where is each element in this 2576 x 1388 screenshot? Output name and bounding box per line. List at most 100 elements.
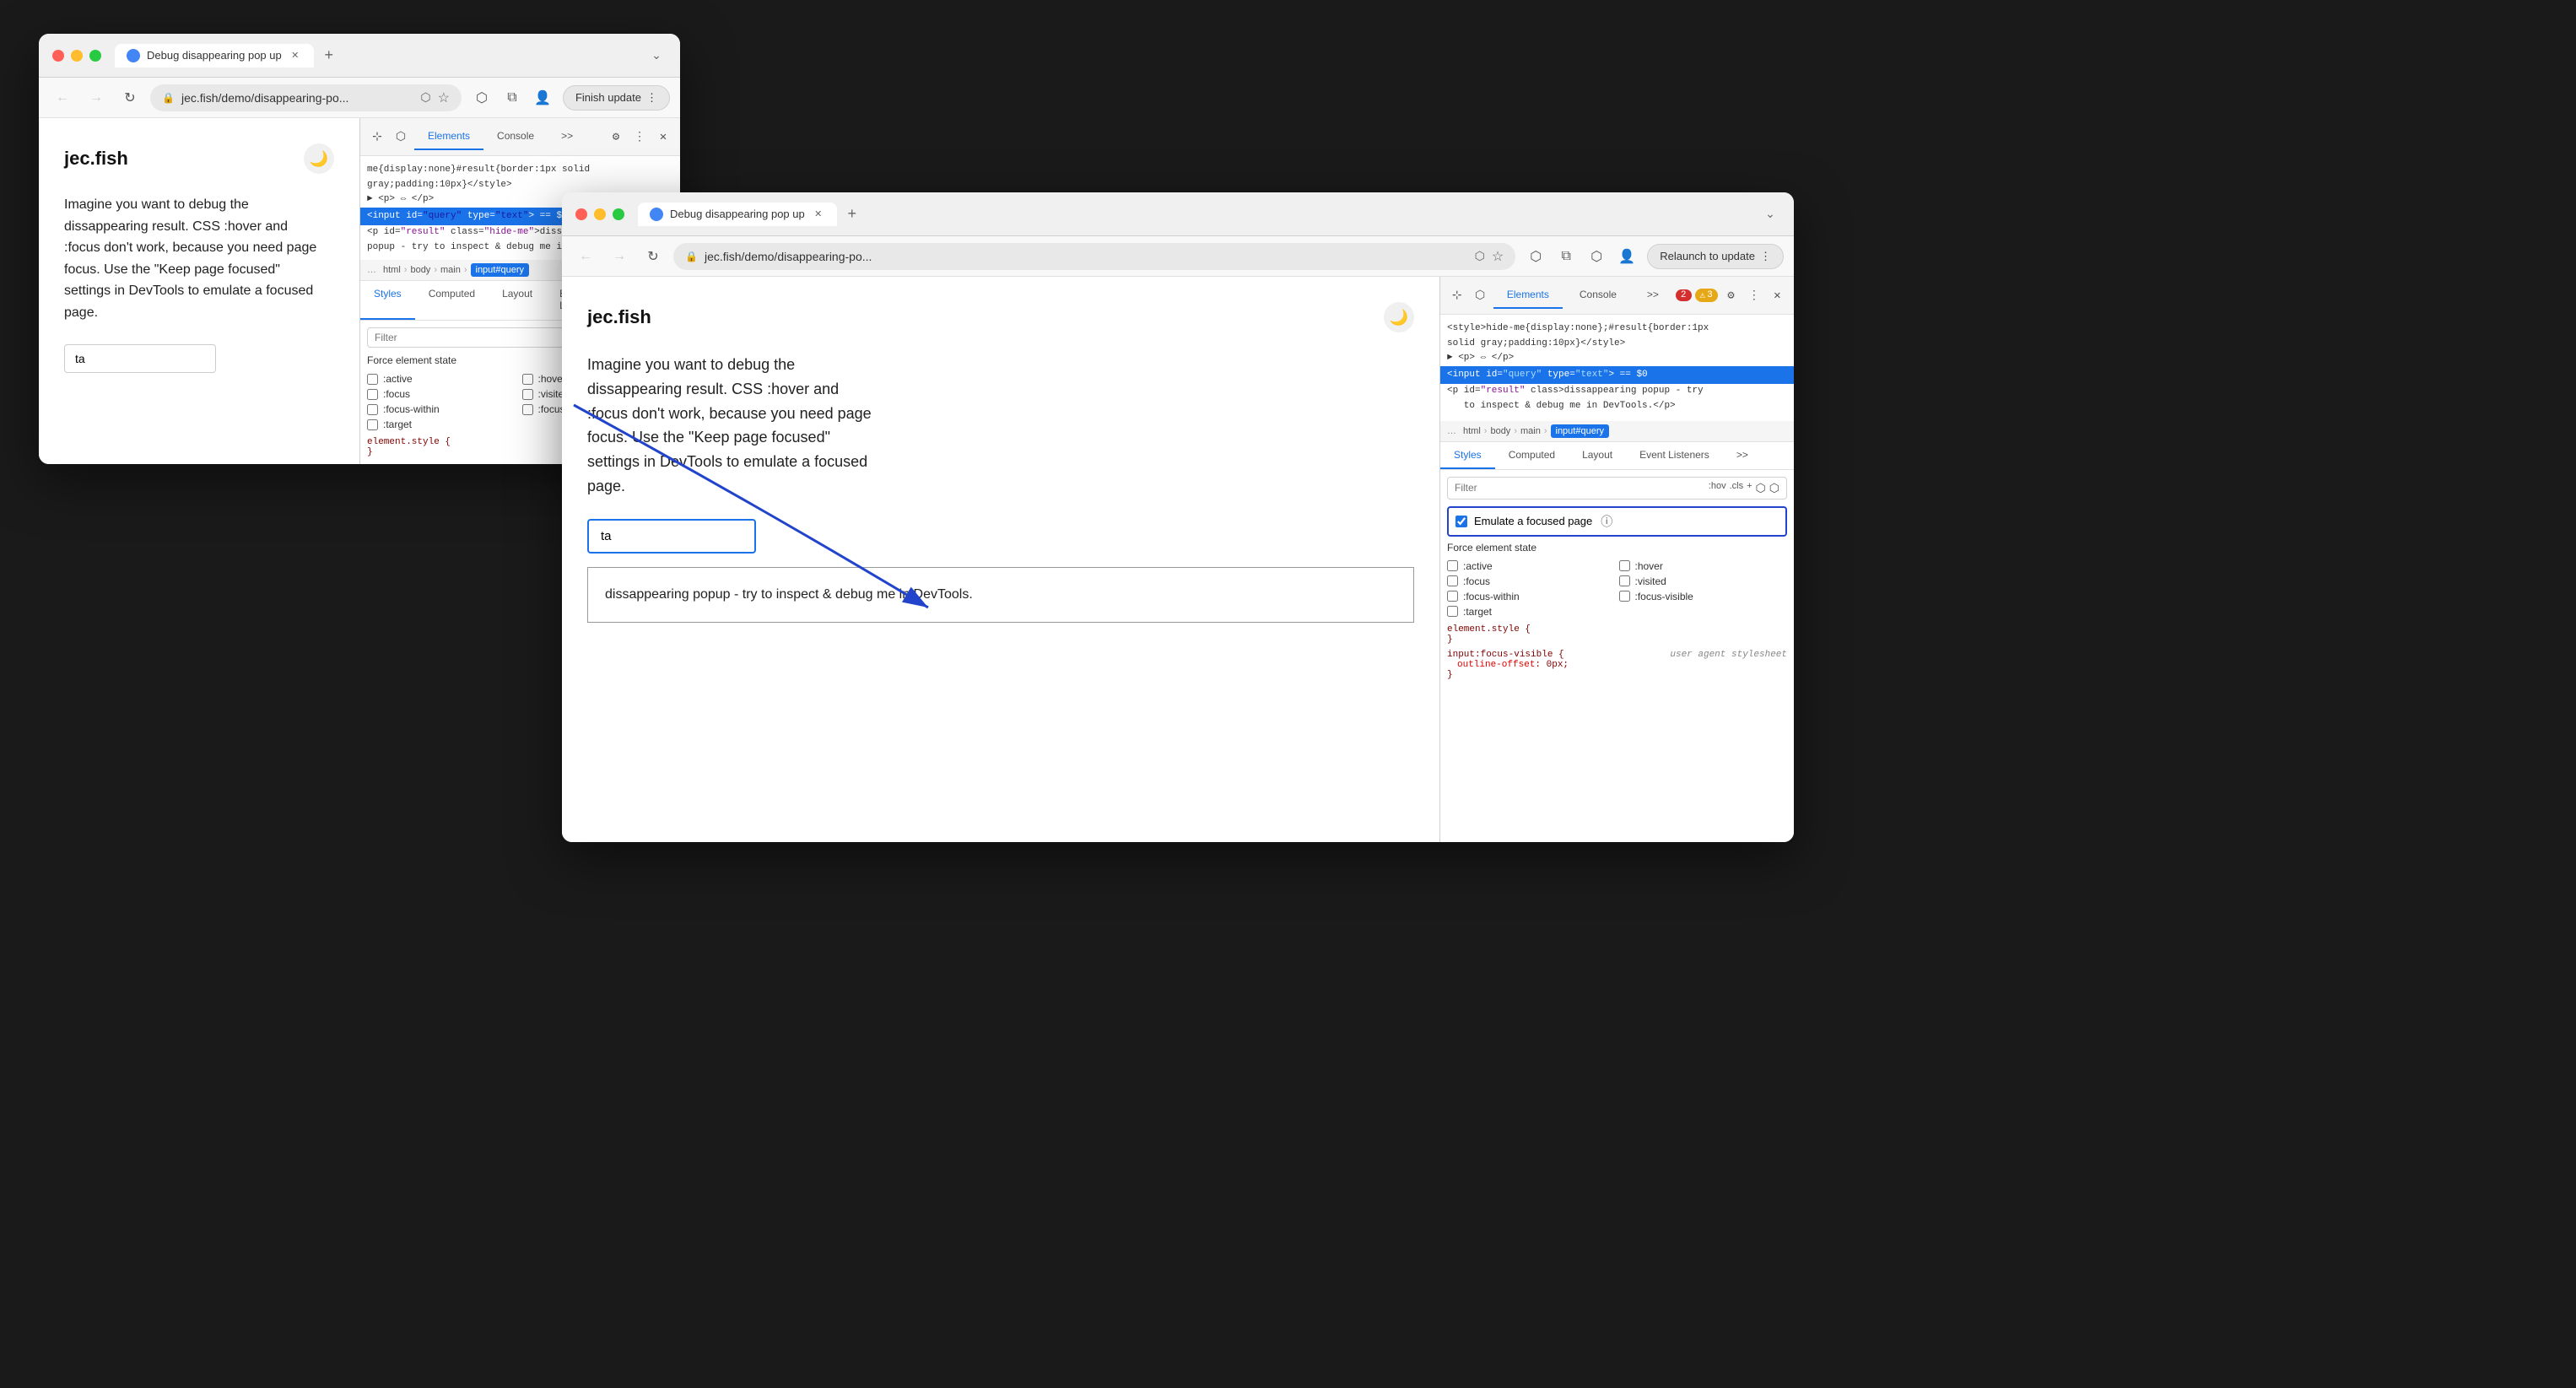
address-bar-2[interactable]: 🔒 jec.fish/demo/disappearing-po... ⬡ ☆ [673,243,1515,270]
extensions-icon-2[interactable]: ⬡ [1583,243,1610,270]
breadcrumb-html[interactable]: html [383,265,401,275]
close-button-2[interactable] [575,208,587,220]
console-tab-2[interactable]: Console [1566,282,1630,309]
code-line-2-2: solid gray;padding:10px}</style> [1447,337,1787,352]
breadcrumb-main-2[interactable]: main [1520,426,1541,436]
page-area-2: jec.fish 🌙 Imagine you want to debug the… [562,277,1439,842]
finish-update-button[interactable]: Finish update ⋮ [563,85,670,111]
elements-tab-2[interactable]: Elements [1493,282,1563,309]
reload-button-2[interactable]: ↻ [640,243,667,270]
help-icon[interactable]: ⓘ [1601,513,1612,530]
breadcrumb-input-2[interactable]: input#query [1551,424,1610,438]
split-icon-2[interactable]: ⧉ [1553,243,1580,270]
code-line-2-4-selected[interactable]: <input id="query" type="text"> == $0 [1440,366,1794,385]
breadcrumb-sep-3: › [464,265,467,275]
performance-icon-2[interactable]: ⬡ [1522,243,1549,270]
close-devtools-1[interactable]: ✕ [653,127,673,147]
maximize-button-1[interactable] [89,50,101,62]
extensions-icon-1[interactable]: ⬡ [468,84,495,111]
css-rule-2b: input:focus-visible { user agent stylesh… [1447,650,1787,680]
computed-tab-2[interactable]: Computed [1495,442,1569,469]
computed-tab-1[interactable]: Computed [415,281,489,320]
breadcrumb-body[interactable]: body [410,265,430,275]
focus-within-state-1[interactable]: :focus-within [367,403,519,415]
settings-icon-1[interactable]: ⚙ [606,127,626,147]
layout-tab-2[interactable]: Layout [1569,442,1626,469]
new-tab-button-1[interactable]: + [317,44,341,68]
breadcrumb-html-2[interactable]: html [1463,426,1481,436]
profile-icon-1[interactable]: 👤 [529,84,556,111]
forward-button-2[interactable]: → [606,243,633,270]
focus-within-state-2[interactable]: :focus-within [1447,591,1616,602]
code-line-2-6: to inspect & debug me in DevTools.</p> [1447,399,1787,414]
more-devtools-tabs-2[interactable]: >> [1634,282,1672,309]
tab-close-2[interactable]: ✕ [812,208,825,221]
devtools-toolbar-2: ⊹ ⬡ Elements Console >> 2 ⚠3 ⚙ ⋮ ✕ [1440,277,1794,315]
elements-select-icon-2[interactable]: ⊹ [1447,285,1466,305]
query-input-1[interactable] [64,344,216,373]
extra-icon-2[interactable]: ⬡ [1769,481,1779,495]
breadcrumb-dots-2: … [1447,426,1456,436]
split-icon-1[interactable]: ⧉ [499,84,526,111]
active-tab-1[interactable]: Debug disappearing pop up ✕ [115,44,314,68]
chevron-down-icon-1[interactable]: ⌄ [646,46,667,66]
profile-icon-2[interactable]: 👤 [1613,243,1640,270]
hover-state-2[interactable]: :hover [1619,560,1788,572]
filter-tags-2: :hov .cls + ⬡ ⬡ [1709,481,1779,495]
more-options-devtools-1[interactable]: ⋮ [629,127,650,147]
elements-tab-1[interactable]: Elements [414,123,483,150]
dark-mode-button-2[interactable]: 🌙 [1384,302,1414,332]
chevron-down-icon-2[interactable]: ⌄ [1760,204,1780,224]
maximize-button-2[interactable] [613,208,624,220]
query-input-2[interactable] [587,519,756,554]
event-listeners-tab-2[interactable]: Event Listeners [1626,442,1723,469]
close-button-1[interactable] [52,50,64,62]
focus-state-2[interactable]: :focus [1447,575,1616,587]
back-button-2[interactable]: ← [572,243,599,270]
more-styles-tabs-2[interactable]: >> [1723,442,1762,469]
breadcrumb-input[interactable]: input#query [471,263,530,277]
elements-select-icon[interactable]: ⊹ [367,127,387,147]
hov-tag-2[interactable]: :hov [1709,481,1726,495]
more-options-devtools-2[interactable]: ⋮ [1744,285,1763,305]
star-icon-2[interactable]: ☆ [1492,248,1504,265]
target-state-2[interactable]: :target [1447,606,1616,618]
emulate-focused-checkbox[interactable] [1455,516,1467,527]
relaunch-update-button[interactable]: Relaunch to update ⋮ [1647,244,1784,269]
window-controls-right-1: ⌄ [646,46,667,66]
target-state-1[interactable]: :target [367,419,519,430]
focus-state-1[interactable]: :focus [367,388,519,400]
add-style-icon-2[interactable]: + [1747,481,1752,495]
breadcrumb-body-2[interactable]: body [1490,426,1510,436]
layout-tab-1[interactable]: Layout [489,281,546,320]
more-devtools-tabs-1[interactable]: >> [548,123,586,150]
forward-button-1[interactable]: → [83,84,110,111]
back-button-1[interactable]: ← [49,84,76,111]
active-tab-2[interactable]: Debug disappearing pop up ✕ [638,203,837,226]
console-tab-1[interactable]: Console [483,123,548,150]
cls-tag-2[interactable]: .cls [1730,481,1744,495]
settings-icon-2[interactable]: ⚙ [1721,285,1741,305]
star-icon-1[interactable]: ☆ [438,89,450,106]
minimize-button-2[interactable] [594,208,606,220]
address-bar-1[interactable]: 🔒 jec.fish/demo/disappearing-po... ⬡ ☆ [150,84,462,111]
devtools-tabbar-2: Elements Console >> [1493,282,1672,309]
breadcrumb-main[interactable]: main [440,265,461,275]
active-state-2[interactable]: :active [1447,560,1616,572]
minimize-button-1[interactable] [71,50,83,62]
focus-visible-state-2[interactable]: :focus-visible [1619,591,1788,602]
active-state-1[interactable]: :active [367,373,519,385]
filter-input-2[interactable] [1455,482,1709,494]
visited-state-2[interactable]: :visited [1619,575,1788,587]
close-devtools-2[interactable]: ✕ [1768,285,1787,305]
device-toggle-icon-2[interactable]: ⬡ [1470,285,1489,305]
reload-button-1[interactable]: ↻ [116,84,143,111]
styles-tab-1[interactable]: Styles [360,281,415,320]
styles-tab-2[interactable]: Styles [1440,442,1495,469]
device-toggle-icon[interactable]: ⬡ [391,127,411,147]
extra-icon-1[interactable]: ⬡ [1756,481,1766,495]
browser-content-2: jec.fish 🌙 Imagine you want to debug the… [562,277,1794,842]
tab-close-1[interactable]: ✕ [289,49,302,62]
dark-mode-button-1[interactable]: 🌙 [304,143,334,174]
new-tab-button-2[interactable]: + [840,203,864,226]
